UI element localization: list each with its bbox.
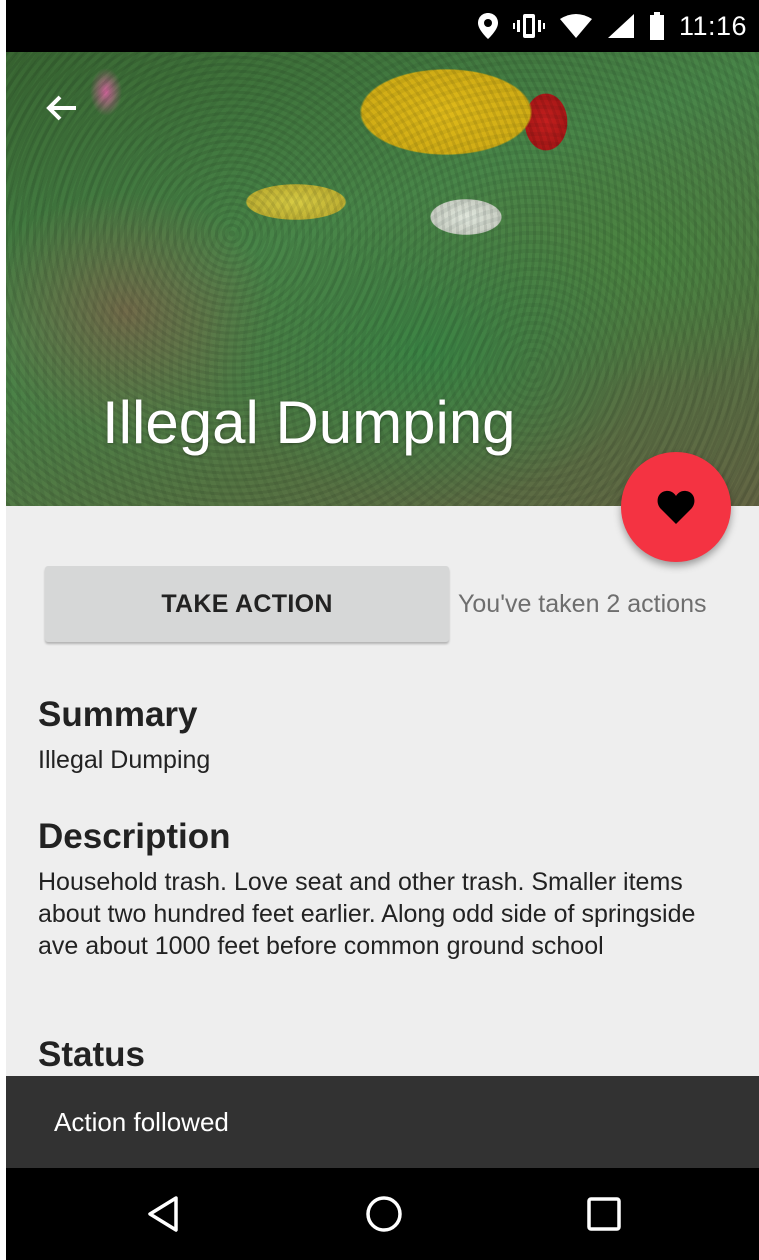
description-heading: Description [38, 817, 231, 856]
recents-square-icon[interactable] [584, 1194, 624, 1234]
snackbar: Action followed [6, 1076, 759, 1168]
summary-heading: Summary [38, 695, 198, 734]
arrow-back-icon[interactable] [42, 88, 82, 128]
back-triangle-icon[interactable] [144, 1194, 184, 1234]
take-action-button[interactable]: TAKE ACTION [45, 566, 449, 642]
location-icon [477, 13, 498, 39]
description-text: Household trash. Love seat and other tra… [38, 868, 696, 960]
actions-count-text: You've taken 2 actions [458, 590, 707, 618]
heart-icon [657, 490, 695, 524]
navigation-bar [6, 1168, 759, 1260]
vibrate-icon [512, 14, 545, 38]
page-title: Illegal Dumping [102, 389, 516, 456]
summary-text: Illegal Dumping [38, 746, 211, 774]
status-bar: 11:16 [6, 0, 759, 52]
battery-icon [649, 12, 664, 40]
app-screen: 11:16 Illegal Dumping TAKE ACTION You've… [6, 0, 759, 1260]
signal-icon [607, 14, 634, 38]
favorite-button[interactable] [621, 452, 731, 562]
snackbar-text: Action followed [54, 1107, 229, 1137]
status-heading: Status [38, 1035, 145, 1074]
wifi-icon [559, 14, 592, 38]
status-time: 11:16 [678, 10, 747, 41]
home-circle-icon[interactable] [364, 1194, 404, 1234]
